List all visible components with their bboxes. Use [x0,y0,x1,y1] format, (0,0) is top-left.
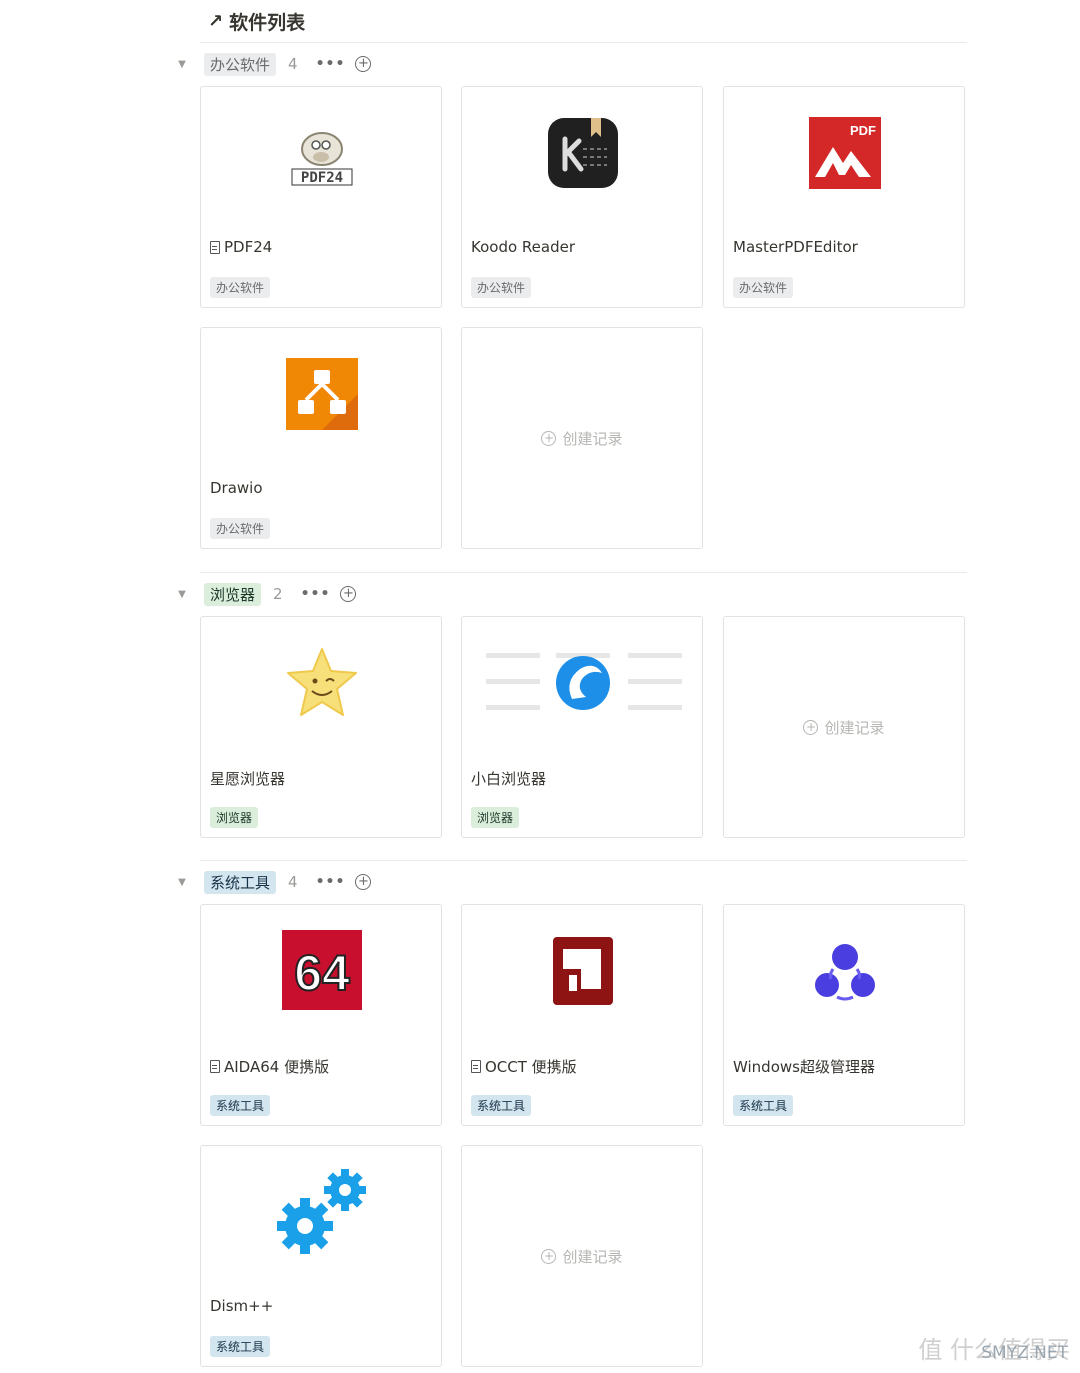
group-header-browser: ▼ 浏览器 2 ••• + [172,582,357,606]
divider [200,860,967,861]
create-record-card[interactable]: + 创建记录 [461,327,703,549]
card-title: PDF24 [210,238,272,256]
card-title: OCCT 便携版 [471,1056,577,1077]
svg-text:PDF24: PDF24 [301,170,343,186]
document-icon [210,240,220,254]
card-tag: 办公软件 [733,277,794,298]
card-title: AIDA64 便携版 [210,1056,329,1077]
svg-text:PDF: PDF [850,123,876,138]
windows-manager-icon [815,944,875,1001]
card-aida64[interactable]: 64 AIDA64 便携版 系统工具 [200,904,442,1126]
card-tag: 系统工具 [733,1095,794,1116]
create-record-label: 创建记录 [824,718,885,737]
plus-icon: + [541,1248,557,1264]
create-record-label: 创建记录 [562,429,623,448]
card-occt[interactable]: OCCT 便携版 系统工具 [461,904,703,1126]
plus-icon: + [541,430,557,446]
card-title: Windows超级管理器 [733,1058,875,1076]
card-tag: 办公软件 [210,277,271,298]
plus-icon: + [803,719,819,735]
star-browser-icon [287,648,357,716]
more-options-icon[interactable]: ••• [301,586,331,602]
card-tag: 办公软件 [471,277,532,298]
card-koodo-reader[interactable]: Koodo Reader 办公软件 [461,86,703,308]
group-count: 2 [273,585,283,603]
svg-text:64: 64 [294,945,350,1001]
drawio-icon [286,358,358,430]
card-tag: 系统工具 [210,1095,271,1116]
watermark: 值 什么值得买 SMYZ.NET [918,1336,1070,1364]
xiaobai-browser-icon [486,653,682,710]
card-xingyuan-browser[interactable]: 星愿浏览器 浏览器 [200,616,442,838]
group-count: 4 [288,873,298,891]
group-tag: 浏览器 [204,582,262,606]
card-title: Drawio [210,479,263,497]
pdf24-icon: PDF24 [291,132,353,186]
collapse-caret-icon[interactable]: ▼ [172,877,192,888]
card-xiaobai-browser[interactable]: 小白浏览器 浏览器 [461,616,703,838]
create-record-card[interactable]: + 创建记录 [723,616,965,838]
card-title: 星愿浏览器 [210,770,286,788]
group-tag: 办公软件 [204,52,277,76]
group-count: 4 [288,55,298,73]
collapse-caret-icon[interactable]: ▼ [172,59,192,70]
card-dism[interactable]: Dism++ 系统工具 [200,1145,442,1367]
divider [200,572,967,573]
occt-icon [553,937,613,1005]
card-title: Koodo Reader [471,238,575,256]
card-tag: 系统工具 [471,1095,532,1116]
page-title-text: 软件列表 [229,12,306,34]
document-icon [471,1060,481,1073]
card-masterpdfeditor[interactable]: PDF MasterPDFEditor 办公软件 [723,86,965,308]
add-record-icon[interactable]: + [340,586,357,602]
card-pdf24[interactable]: PDF24 PDF24 办公软件 [200,86,442,308]
card-tag: 系统工具 [210,1336,271,1357]
card-tag: 浏览器 [471,807,520,828]
create-record-card[interactable]: + 创建记录 [461,1145,703,1367]
group-header-office: ▼ 办公软件 4 ••• + [172,52,372,76]
card-title: Dism++ [210,1297,274,1315]
card-tag: 浏览器 [210,807,259,828]
group-header-system-tools: ▼ 系统工具 4 ••• + [172,870,372,894]
aida64-icon: 64 [282,930,362,1010]
document-icon [210,1060,220,1073]
create-record-label: 创建记录 [562,1247,623,1266]
gears-icon [277,1169,366,1254]
card-tag: 办公软件 [210,518,271,539]
card-drawio[interactable]: Drawio 办公软件 [200,327,442,549]
collapse-caret-icon[interactable]: ▼ [172,589,192,600]
group-tag: 系统工具 [204,870,277,894]
add-record-icon[interactable]: + [355,874,372,890]
more-options-icon[interactable]: ••• [316,56,346,72]
page-title[interactable]: ↗ 软件列表 [208,8,305,35]
master-pdf-editor-icon: PDF [809,117,881,189]
card-windows-super-manager[interactable]: Windows超级管理器 系统工具 [723,904,965,1126]
arrow-up-right-icon: ↗ [208,11,224,32]
card-title: MasterPDFEditor [733,238,858,256]
divider [200,42,967,43]
add-record-icon[interactable]: + [355,56,372,72]
koodo-reader-icon [548,118,618,188]
card-title: 小白浏览器 [471,770,547,788]
more-options-icon[interactable]: ••• [316,874,346,890]
